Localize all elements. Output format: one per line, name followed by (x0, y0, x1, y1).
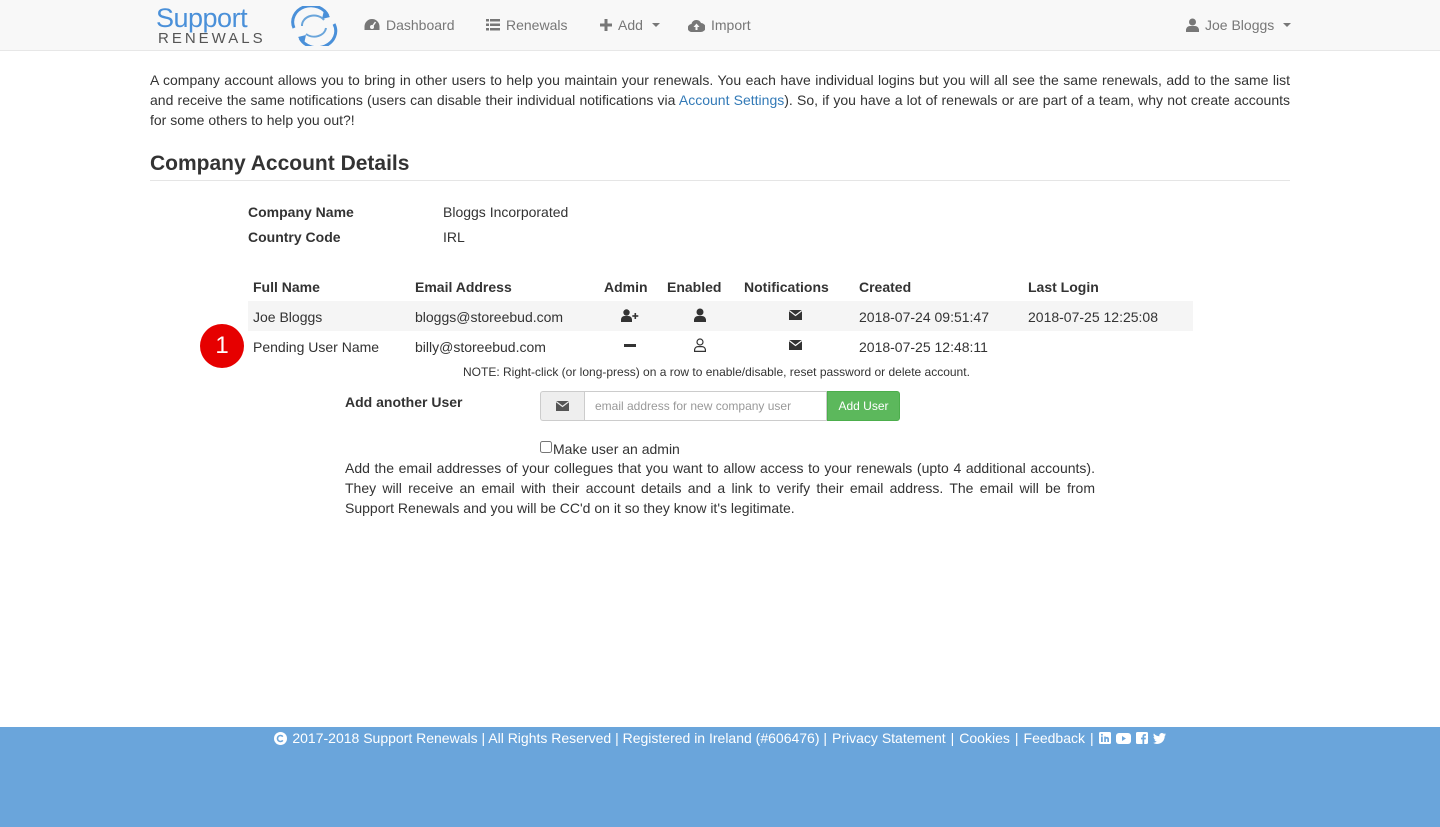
nav-renewals[interactable]: Renewals (486, 17, 567, 33)
row-email: bloggs@storeebud.com (415, 309, 564, 325)
company-name-value: Bloggs Incorporated (443, 204, 569, 220)
nav-renewals-label: Renewals (506, 17, 568, 33)
user-icon (1186, 18, 1199, 32)
user-menu-dropdown[interactable]: Joe Bloggs (1186, 17, 1292, 33)
nav-import-label: Import (711, 17, 751, 33)
user-solid-icon[interactable] (694, 308, 706, 322)
intro-paragraph: A company account allows you to bring in… (150, 70, 1290, 130)
brand-line2: RENEWALS (158, 30, 266, 47)
user-outline-icon[interactable] (694, 338, 706, 352)
nav-import[interactable]: Import (688, 17, 751, 33)
col-header-email: Email Address (415, 279, 512, 295)
divider (150, 180, 1290, 181)
annotation-badge: 1 (200, 324, 244, 368)
footer-separator: | (1014, 730, 1019, 746)
cookies-link[interactable]: Cookies (959, 730, 1010, 746)
add-user-button[interactable]: Add User (827, 391, 900, 421)
row-full-name: Pending User Name (253, 339, 380, 355)
user-menu-label: Joe Bloggs (1205, 17, 1275, 33)
top-navbar: Support RENEWALS Dashboard Renewals Add … (0, 0, 1440, 51)
nav-dashboard-label: Dashboard (386, 17, 455, 33)
email-addon (540, 391, 584, 421)
table-note: NOTE: Right-click (or long-press) on a r… (463, 365, 970, 379)
footer-copyright: 2017-2018 Support Renewals | All Rights … (292, 730, 828, 746)
col-header-enabled: Enabled (667, 279, 722, 295)
footer-links: 2017-2018 Support Renewals | All Rights … (0, 730, 1440, 746)
footer-separator: | (1090, 730, 1094, 746)
country-code-label: Country Code (248, 229, 341, 245)
privacy-statement-link[interactable]: Privacy Statement (832, 730, 946, 746)
brand-logo[interactable]: Support RENEWALS (155, 3, 340, 47)
feedback-link[interactable]: Feedback (1024, 730, 1085, 746)
twitter-icon[interactable] (1152, 732, 1166, 744)
user-plus-icon[interactable] (621, 309, 639, 322)
plus-icon (600, 19, 612, 31)
account-settings-link[interactable]: Account Settings (679, 92, 784, 108)
footer: 2017-2018 Support Renewals | All Rights … (0, 727, 1440, 827)
col-header-admin: Admin (604, 279, 648, 295)
nav-add-label: Add (618, 17, 643, 33)
new-user-email-input[interactable] (584, 391, 827, 421)
minus-icon[interactable] (624, 344, 636, 347)
row-created: 2018-07-25 12:48:11 (859, 339, 988, 355)
make-admin-option[interactable]: Make user an admin (540, 440, 680, 457)
make-admin-checkbox[interactable] (540, 441, 552, 453)
add-user-label: Add another User (345, 394, 463, 410)
nav-add-dropdown[interactable]: Add (600, 17, 660, 33)
page-title: Company Account Details (150, 152, 410, 175)
row-email: billy@storeebud.com (415, 339, 546, 355)
envelope-icon[interactable] (789, 310, 802, 320)
col-header-created: Created (859, 279, 912, 295)
list-icon (486, 19, 500, 31)
dashboard-icon (364, 19, 380, 30)
col-header-full-name: Full Name (253, 279, 320, 295)
cloud-upload-icon (688, 19, 705, 32)
add-user-help-text: Add the email addresses of your collegue… (345, 460, 1095, 516)
country-code-value: IRL (443, 229, 465, 245)
envelope-icon (556, 401, 569, 411)
copyright-icon (274, 731, 288, 745)
add-user-input-group: Add User (540, 391, 900, 421)
youtube-icon[interactable] (1115, 732, 1131, 744)
col-header-last-login: Last Login (1028, 279, 1099, 295)
chevron-down-icon (1283, 23, 1292, 27)
row-created: 2018-07-24 09:51:47 (859, 309, 989, 325)
table-row[interactable] (248, 331, 1193, 361)
envelope-icon[interactable] (789, 340, 802, 350)
renew-arrows-icon (291, 6, 338, 46)
facebook-icon[interactable] (1135, 732, 1148, 744)
chevron-down-icon (651, 23, 660, 27)
row-last-login: 2018-07-25 12:25:08 (1028, 309, 1158, 325)
footer-separator: | (950, 730, 955, 746)
col-header-notifications: Notifications (744, 279, 829, 295)
row-full-name: Joe Bloggs (253, 309, 323, 325)
make-admin-label: Make user an admin (553, 441, 680, 457)
nav-dashboard[interactable]: Dashboard (364, 17, 455, 33)
linkedin-icon[interactable] (1098, 732, 1111, 744)
company-name-label: Company Name (248, 204, 354, 220)
